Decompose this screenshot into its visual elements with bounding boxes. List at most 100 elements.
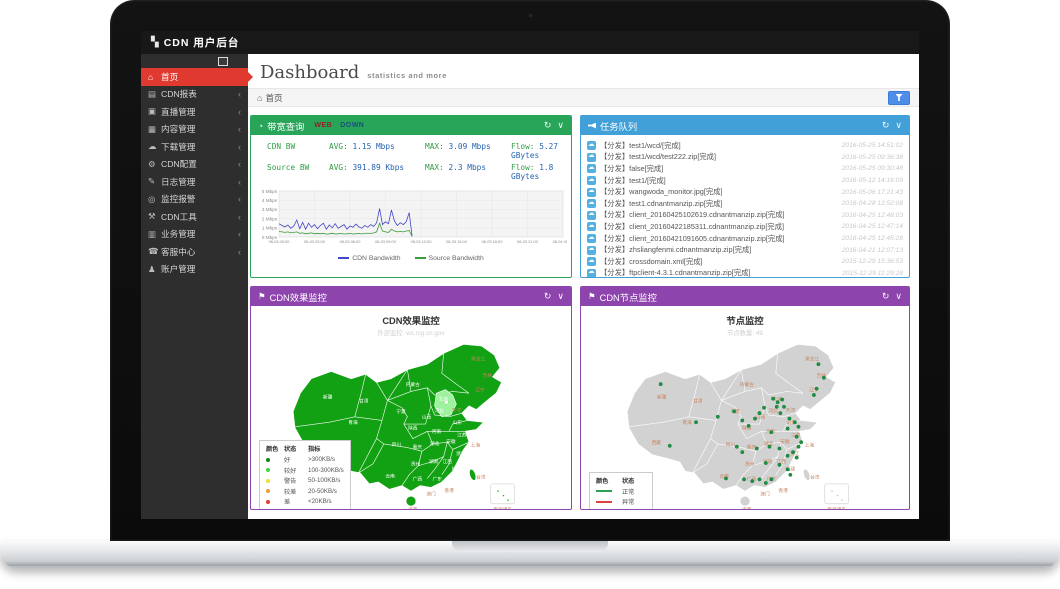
province-label: 湖北 — [430, 440, 440, 447]
sidebar-item[interactable]: ▤ CDN报表 ‹ — [141, 86, 248, 104]
sidebar-item-icon: ▥ — [148, 229, 161, 240]
task-row[interactable]: 【分发】test1/wcd/test222.zip[完成] 2016-05-25… — [587, 152, 903, 164]
sidebar-item[interactable]: ▦ 内容管理 ‹ — [141, 121, 248, 139]
sidebar-item[interactable]: ⚙ CDN配置 ‹ — [141, 156, 248, 174]
breadcrumb-home-link[interactable]: ⌂ 首页 — [257, 92, 283, 104]
map-marker-icon: ⚑ — [258, 291, 266, 302]
node-marker — [812, 393, 815, 396]
node-marker — [770, 478, 773, 481]
collapse-icon[interactable]: ∨ — [557, 120, 564, 131]
refresh-icon[interactable]: ↻ — [882, 291, 890, 302]
sidebar-item[interactable]: ⚒ CDN工具 ‹ — [141, 208, 248, 226]
legend-status: 较好 — [284, 466, 308, 475]
province-label: 安徽 — [780, 438, 790, 445]
sidebar-item[interactable]: ✎ 日志管理 ‹ — [141, 173, 248, 191]
task-label: 【分发】wangwoda_monitor.jpg[完成] — [600, 187, 838, 197]
effect-chart-title: CDN效果监控 — [251, 313, 571, 327]
legend-range: <20KB/s — [308, 498, 332, 505]
cdn-nodes-title: CDN节点监控 — [600, 290, 657, 304]
main-content: Dashboard statistics and more ⌂ 首页 — [248, 54, 919, 519]
node-marker — [735, 445, 738, 448]
task-row[interactable]: 【分发】client_20160425102619.cdnantmanzip.z… — [587, 210, 903, 222]
province-label: 江西 — [443, 458, 453, 465]
app-title: CDN 用户后台 — [164, 35, 240, 50]
funnel-icon — [896, 94, 903, 101]
node-marker — [753, 417, 756, 420]
task-list: 【分发】test1/wcd/[完成] 2016-05-25 14:51:02 【… — [581, 135, 909, 278]
laptop-base — [0, 541, 1060, 568]
legend-header-status: 状态 — [284, 444, 308, 453]
legend-label-source: Source Bandwidth — [429, 255, 484, 262]
task-row[interactable]: 【分发】client_20160421091605.cdnantmanzip.z… — [587, 233, 903, 245]
sidebar-item-label: CDN配置 — [161, 158, 238, 170]
collapse-icon[interactable]: ∨ — [557, 291, 564, 302]
task-label: 【分发】zhsliangfenmi.cdnantmanzip.zip[完成] — [600, 245, 838, 255]
province-label: 四川 — [726, 442, 736, 447]
sidebar-item[interactable]: ☎ 客服中心 ‹ — [141, 243, 248, 261]
cloud-upload-icon — [587, 269, 596, 278]
task-row[interactable]: 【分发】ftpclient-4.3.1.cdnantmanzip.zip[完成]… — [587, 268, 903, 278]
task-row[interactable]: 【分发】wangwoda_monitor.jpg[完成] 2016-05-06 … — [587, 186, 903, 198]
cloud-upload-icon — [587, 234, 596, 243]
web-link[interactable]: WEB — [314, 122, 332, 129]
task-label: 【分发】client_20160422185311.cdnantmanzip.z… — [600, 222, 838, 232]
sidebar-item[interactable]: ☁ 下载管理 ‹ — [141, 138, 248, 156]
breadcrumb-home-label: 首页 — [265, 92, 282, 104]
legend-swatch-cdn — [338, 257, 349, 259]
task-label: 【分发】test1/wcd/[完成] — [600, 141, 838, 151]
province-label: 重庆 — [413, 444, 423, 451]
stat-flow-label: Flow: — [511, 142, 534, 151]
task-row[interactable]: 【分发】zhsliangfenmi.cdnantmanzip.zip[完成] 2… — [587, 244, 903, 256]
node-marker — [788, 417, 791, 420]
refresh-icon[interactable]: ↻ — [882, 120, 890, 131]
province-label: 江苏 — [457, 432, 467, 439]
cloud-upload-icon — [587, 257, 596, 266]
node-marker — [799, 440, 802, 443]
control-sidebar-button[interactable] — [888, 91, 910, 105]
sidebar-item[interactable]: ▣ 直播管理 ‹ — [141, 103, 248, 121]
sidebar-item-label: 首页 — [161, 71, 241, 83]
chevron-left-icon: ‹ — [238, 124, 241, 134]
x-axis-tick: 06-03 00:00 — [269, 239, 291, 244]
task-row[interactable]: 【分发】test1/[完成] 2016-05-12 14:16:09 — [587, 175, 903, 187]
collapse-icon[interactable]: ∨ — [895, 120, 902, 131]
bandwidth-panel-header: ◔ 带宽查询 WEB DOWN ↻ ∨ — [251, 116, 571, 135]
sidebar-item-icon: ▣ — [148, 106, 161, 117]
sidebar-item[interactable]: ◎ 监控报警 ‹ — [141, 191, 248, 209]
collapse-icon[interactable]: ∨ — [895, 291, 902, 302]
legend-range: 20-50KB/s — [308, 488, 337, 495]
task-row[interactable]: 【分发】test1/wcd/[完成] 2016-05-25 14:51:02 — [587, 140, 903, 152]
province-label: 湖南 — [429, 458, 439, 465]
province-label: 安徽 — [446, 438, 456, 445]
refresh-icon[interactable]: ↻ — [544, 291, 552, 302]
task-row[interactable]: 【分发】false[完成] 2016-05-25 09:30:48 — [587, 163, 903, 175]
task-time: 2016-04-21 12:07:13 — [842, 247, 903, 254]
task-row[interactable]: 【分发】client_20160422185311.cdnantmanzip.z… — [587, 221, 903, 233]
down-link[interactable]: DOWN — [340, 122, 364, 129]
sidebar-item[interactable]: ⌂ 首页 — [141, 68, 248, 86]
sidebar-item[interactable]: ▥ 业务管理 ‹ — [141, 226, 248, 244]
node-marker — [786, 468, 789, 471]
node-marker — [797, 445, 800, 448]
x-axis-tick: 06-04 00:00 — [553, 239, 567, 244]
node-marker — [768, 445, 771, 448]
sidebar-item[interactable]: ♟ 账户管理 — [141, 261, 248, 279]
node-marker — [789, 473, 792, 476]
cloud-upload-icon — [587, 246, 596, 255]
chevron-left-icon: ‹ — [238, 229, 241, 239]
cloud-upload-icon — [587, 141, 596, 150]
province-label: 北京 — [439, 395, 449, 402]
app-logo-icon: ▚ — [151, 37, 159, 48]
node-marker — [751, 479, 754, 482]
bandwidth-panel-body: CDN BW AVG: 1.15 Mbps MAX: 3.09 Mbps Flo… — [251, 135, 571, 262]
task-row[interactable]: 【分发】test1.cdnantmanzip.zip[完成] 2016-04-2… — [587, 198, 903, 210]
task-time: 2016-05-06 17:21:43 — [842, 189, 903, 196]
nodes-legend: 颜色 状态 正常 — [589, 472, 653, 511]
task-row[interactable]: 【分发】crossdomain.xml[完成] 2015-12-29 15:36… — [587, 256, 903, 268]
hainan-island — [406, 496, 416, 506]
province-label: 山东 — [453, 419, 463, 426]
sidebar-item-icon: ◎ — [148, 194, 161, 205]
sidebar-toggle-button[interactable] — [218, 57, 228, 66]
refresh-icon[interactable]: ↻ — [544, 120, 552, 131]
province-label: 南海诸岛 — [827, 506, 846, 510]
